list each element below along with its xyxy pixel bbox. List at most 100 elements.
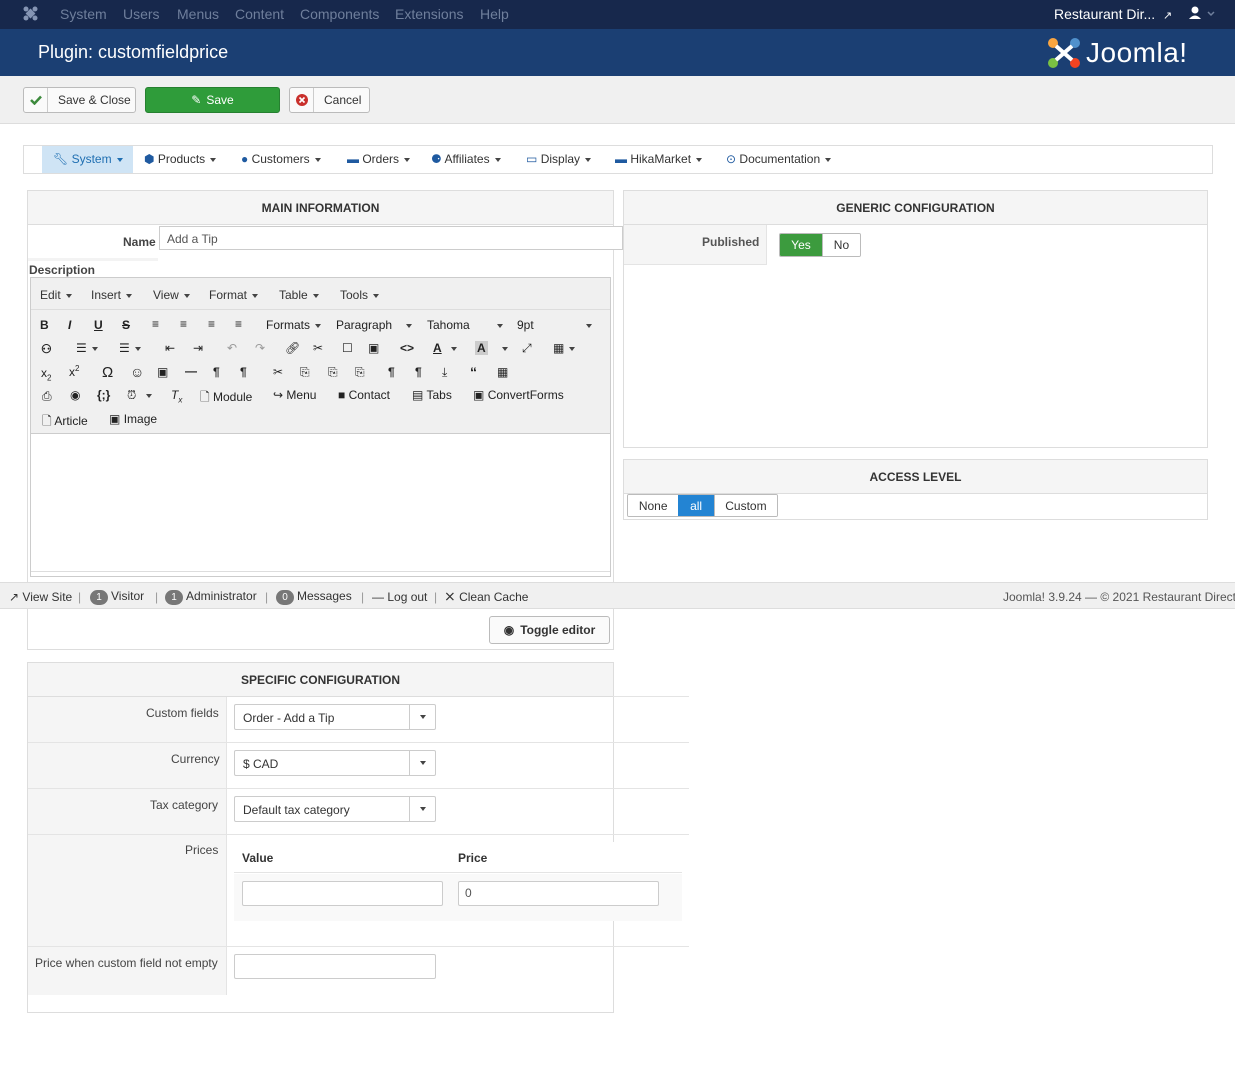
editor-content-area[interactable] — [31, 435, 610, 571]
published-no-button[interactable]: No — [821, 234, 860, 256]
template-snippet-icon[interactable]: {;} — [97, 388, 110, 402]
superscript-icon[interactable]: x2 — [69, 364, 79, 379]
remove-format-icon[interactable]: Tx — [171, 388, 182, 404]
emoticons-icon[interactable]: ☺ — [130, 364, 144, 380]
menu-help[interactable]: Help — [480, 6, 509, 22]
site-link[interactable]: Restaurant Dir... ↗ — [1054, 6, 1172, 22]
menu-users[interactable]: Users — [123, 6, 160, 22]
rtl-icon[interactable]: ¶ — [240, 365, 247, 379]
toggle-editor-button[interactable]: ◉ Toggle editor — [489, 616, 610, 644]
align-left-icon[interactable]: ≡ — [152, 317, 159, 331]
editor-menu-insert[interactable]: Insert — [91, 288, 133, 302]
redo-icon[interactable]: ↷ — [255, 341, 265, 355]
paste-icon[interactable]: ⎘ — [328, 365, 338, 380]
anchor-icon[interactable]: ☐ — [342, 341, 353, 355]
template-icon[interactable]: ⤓ — [442, 365, 447, 380]
paste-text-icon[interactable]: ⎘ — [355, 365, 365, 380]
ltr-icon[interactable]: ¶ — [213, 365, 220, 379]
menu-content[interactable]: Content — [235, 6, 284, 22]
menu-button[interactable]: ↪ Menu — [273, 388, 316, 402]
show-blocks-icon[interactable]: ¶ — [388, 365, 395, 379]
visitor-status[interactable]: 1 Visitor — [90, 589, 144, 605]
cancel-button[interactable]: Cancel — [289, 87, 370, 113]
strikethrough-icon[interactable]: S — [122, 318, 130, 332]
user-menu-icon[interactable] — [1188, 5, 1216, 24]
copy-icon[interactable]: ⎘ — [300, 365, 310, 380]
text-color-icon[interactable]: A — [433, 341, 457, 355]
special-char-icon[interactable]: Ω — [102, 364, 113, 381]
editor-menu-format[interactable]: Format — [209, 288, 259, 302]
visual-chars-icon[interactable]: ¶ — [415, 365, 422, 379]
contact-button[interactable]: ■ Contact — [338, 388, 390, 402]
access-all-button[interactable]: all — [678, 495, 714, 516]
indent-icon[interactable]: ⇥ — [193, 341, 203, 355]
price-amount-input[interactable]: 0 — [458, 881, 659, 906]
hika-menu-hikamarket[interactable]: ▬ HikaMarket — [615, 146, 703, 173]
menu-menus[interactable]: Menus — [177, 6, 219, 22]
cut-icon[interactable]: ✂ — [273, 365, 283, 379]
code-icon[interactable]: <> — [400, 341, 414, 355]
tax-category-select[interactable]: Default tax category — [234, 796, 436, 822]
module-button[interactable]: 🗋︎ Module — [200, 388, 252, 409]
hika-menu-system[interactable]: 🔧︎ System — [42, 146, 133, 173]
underline-icon[interactable]: U — [94, 318, 103, 332]
italic-icon[interactable]: I — [68, 318, 71, 332]
background-color-icon[interactable]: A — [475, 341, 488, 355]
hika-menu-display[interactable]: ▭ Display — [526, 146, 592, 173]
undo-icon[interactable]: ↶ — [227, 341, 237, 355]
fullscreen-icon[interactable]: ⤢ — [522, 341, 532, 356]
price-value-input[interactable] — [242, 881, 443, 906]
hika-menu-products[interactable]: ⬢ Products — [144, 146, 217, 173]
hika-menu-documentation[interactable]: ⊙ Documentation — [726, 146, 832, 173]
tabs-button[interactable]: ▤ Tabs — [412, 388, 452, 402]
blockquote-icon[interactable]: “ — [470, 364, 477, 380]
published-yes-button[interactable]: Yes — [780, 234, 822, 256]
print-icon[interactable]: ⎙ — [42, 389, 52, 404]
view-site-link[interactable]: ↗ View Site — [9, 590, 72, 604]
media-icon[interactable]: ▣ — [157, 365, 168, 379]
editor-menu-view[interactable]: View — [153, 288, 190, 302]
hika-menu-orders[interactable]: ▬ Orders — [347, 146, 411, 173]
bold-icon[interactable]: B — [40, 318, 49, 332]
align-right-icon[interactable]: ≡ — [208, 317, 215, 331]
access-none-button[interactable]: None — [628, 495, 679, 516]
currency-select[interactable]: $ CAD — [234, 750, 436, 776]
save-button[interactable]: ✎ Save — [145, 87, 280, 113]
editor-menu-edit[interactable]: Edit — [40, 288, 72, 302]
convertforms-button[interactable]: ▣ ConvertForms — [473, 388, 564, 402]
messages-status[interactable]: 0 Messages — [276, 589, 352, 605]
unlink-icon[interactable]: ✂ — [313, 341, 323, 355]
align-center-icon[interactable]: ≡ — [180, 317, 187, 331]
align-justify-icon[interactable]: ≡ — [235, 317, 242, 331]
access-custom-button[interactable]: Custom — [713, 495, 777, 516]
image-button[interactable]: ▣ Image — [109, 412, 157, 426]
article-button[interactable]: 🗋︎ Article — [42, 412, 88, 433]
paragraph-dropdown[interactable]: Paragraph — [336, 318, 413, 332]
custom-fields-select[interactable]: Order - Add a Tip — [234, 704, 436, 730]
name-input[interactable]: Add a Tip — [159, 226, 623, 250]
menu-components[interactable]: Components — [300, 6, 379, 22]
menu-extensions[interactable]: Extensions — [395, 6, 463, 22]
logout-link[interactable]: — Log out — [372, 590, 427, 604]
outdent-icon[interactable]: ⇤ — [165, 341, 175, 355]
horizontal-rule-icon[interactable]: — — [185, 364, 197, 378]
editor-menu-table[interactable]: Table — [279, 288, 319, 302]
link-icon[interactable]: 🔗︎ — [285, 341, 300, 355]
numbered-list-icon[interactable]: ☰ — [119, 341, 141, 355]
bullet-list-icon[interactable]: ☰ — [76, 341, 98, 355]
visual-aid-icon[interactable]: ▦ — [497, 365, 508, 379]
font-family-dropdown[interactable]: Tahoma — [427, 318, 503, 332]
preview-icon[interactable]: ◉ — [70, 388, 80, 402]
formats-dropdown[interactable]: Formats — [266, 318, 322, 332]
image-insert-icon[interactable]: ▣ — [368, 341, 379, 355]
find-replace-icon[interactable]: ⚇ — [41, 342, 52, 356]
administrator-status[interactable]: 1 Administrator — [165, 589, 257, 605]
editor-menu-tools[interactable]: Tools — [340, 288, 380, 302]
subscript-icon[interactable]: x2 — [41, 366, 51, 382]
joomla-menu-icon[interactable] — [22, 5, 39, 25]
menu-system[interactable]: System — [60, 6, 107, 22]
hika-menu-affiliates[interactable]: ⚈ Affiliates — [431, 146, 501, 173]
clean-cache-link[interactable]: ⨯ Clean Cache — [444, 588, 528, 605]
font-size-dropdown[interactable]: 9pt — [517, 318, 592, 332]
table-icon[interactable]: ▦ — [553, 341, 576, 355]
